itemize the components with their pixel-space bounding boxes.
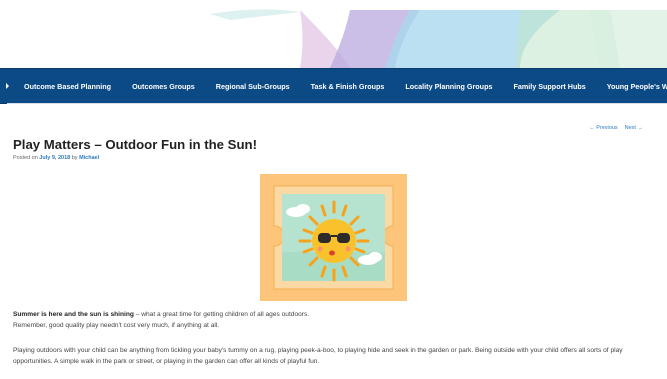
header-banner [0,0,667,68]
nav-item-outcome-based-planning[interactable]: Outcome Based Planning [0,82,122,91]
nav-item-outcomes-groups[interactable]: Outcomes Groups [122,82,206,91]
post-date-link[interactable]: July 9, 2018 [39,155,70,161]
post-meta: Posted on July 9, 2018 by Michael [13,155,99,161]
previous-post-link[interactable]: ← Previous [589,125,617,131]
post-title: Play Matters – Outdoor Fun in the Sun! [13,137,257,152]
post-paragraph-intro: Summer is here and the sun is shining – … [13,309,343,331]
nav-item-locality-planning-groups[interactable]: Locality Planning Groups [395,82,503,91]
meta-prefix: Posted on [13,155,40,161]
main-navigation: Outcome Based Planning Outcomes Groups R… [0,68,667,104]
next-post-link[interactable]: Next → [625,125,643,131]
sun-with-sunglasses-icon [260,174,407,301]
nav-item-regional-sub-groups[interactable]: Regional Sub-Groups [205,82,300,91]
nav-item-family-support-hubs[interactable]: Family Support Hubs [503,82,596,91]
post-paragraph-2: Playing outdoors with your child can be … [13,347,623,365]
meta-by: by [70,155,80,161]
nav-scroll-arrow-icon[interactable] [6,83,9,89]
intro-lead-text: Summer is here and the sun is shining [13,311,134,318]
nav-item-task-finish-groups[interactable]: Task & Finish Groups [300,82,395,91]
post-author-link[interactable]: Michael [79,155,99,161]
nav-item-young-peoples-webpage[interactable]: Young People's Webpa [596,82,667,91]
post-navigation: ← Previous Next → [589,125,643,131]
header-decorative-shapes [210,9,667,68]
featured-image [260,174,407,301]
